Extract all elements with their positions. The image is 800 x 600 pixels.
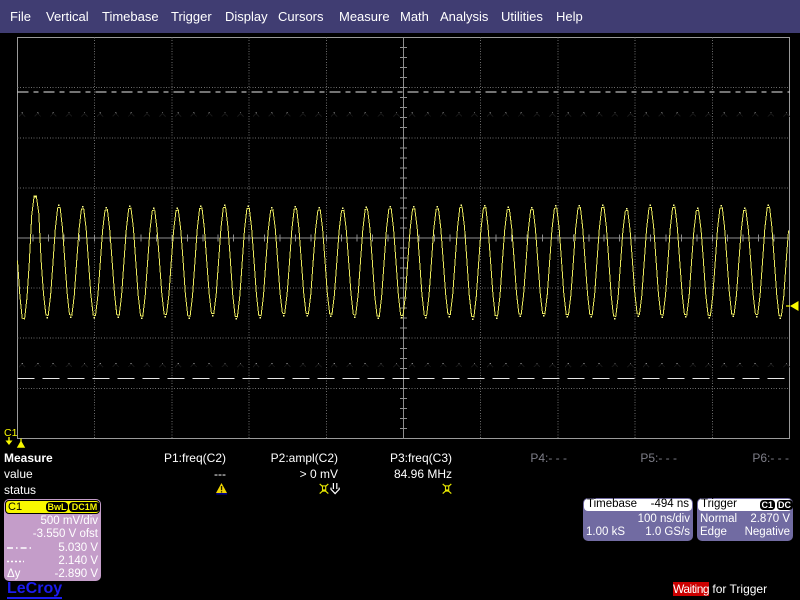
svg-text:C1: C1 — [4, 427, 18, 439]
